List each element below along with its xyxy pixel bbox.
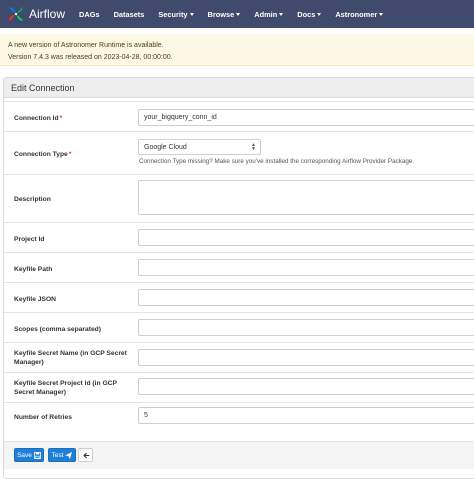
update-alert: A new version of Astronomer Runtime is a… (0, 34, 474, 66)
row-connection-type: Connection Type* Google Cloud ▲ ▼ Connect… (4, 131, 474, 174)
keyfile-secret-project-label: Keyfile Secret Project Id (in GCP Secret… (14, 379, 117, 397)
description-label: Description (14, 196, 51, 203)
keyfile-path-label: Keyfile Path (14, 266, 53, 273)
scopes-label: Scopes (comma separated) (14, 326, 101, 333)
nav-admin-label: Admin (254, 9, 278, 19)
caret-down-icon (236, 12, 241, 16)
row-scopes: Scopes (comma separated) (4, 312, 474, 342)
nav-astronomer-label: Astronomer (335, 9, 378, 19)
keyfile-secret-name-label-line2: Manager) (14, 359, 44, 366)
connection-id-label: Connection Id* (14, 114, 62, 123)
row-keyfile-json: Keyfile JSON (4, 282, 474, 312)
nav-admin-dropdown[interactable]: Admin (254, 9, 284, 19)
nav-docs-label: Docs (297, 9, 316, 19)
connection-type-label-text: Connection Type (14, 151, 68, 158)
keyfile-secret-project-label-line2: Secret Manager) (14, 389, 67, 396)
row-number-of-retries: Number of Retries 5 (4, 402, 474, 441)
connection-type-label: Connection Type* (14, 150, 71, 159)
nav-browse-label: Browse (207, 9, 235, 19)
brand-link[interactable]: Airflow (7, 5, 65, 23)
brand-name: Airflow (29, 7, 66, 21)
connection-id-input[interactable]: your_bigquery_conn_id (138, 109, 474, 126)
airflow-logo-icon (8, 6, 24, 22)
keyfile-secret-name-input[interactable] (138, 349, 474, 366)
nav-security-dropdown[interactable]: Security (158, 9, 194, 19)
row-keyfile-path: Keyfile Path (4, 252, 474, 282)
floppy-disk-icon (33, 451, 41, 459)
row-keyfile-secret-name: Keyfile Secret Name (in GCP Secret Manag… (4, 342, 474, 372)
number-of-retries-label: Number of Retries (14, 414, 72, 421)
connection-type-value: Google Cloud (144, 143, 187, 151)
nav-dags-label: DAGs (79, 9, 100, 19)
nav-dags[interactable]: DAGs (79, 10, 100, 19)
keyfile-secret-name-label-line1: Keyfile Secret Name (in GCP Secret (14, 350, 127, 357)
required-marker: * (59, 115, 63, 122)
keyfile-secret-project-label-line1: Keyfile Secret Project Id (in GCP (14, 380, 117, 387)
alert-line-1: A new version of Astronomer Runtime is a… (8, 42, 164, 49)
nav-datasets[interactable]: Datasets (114, 10, 145, 19)
nav-browse-dropdown[interactable]: Browse (208, 10, 241, 19)
description-textarea[interactable] (138, 180, 474, 215)
nav-docs-dropdown[interactable]: Docs (297, 9, 322, 19)
caret-down-icon (279, 12, 284, 16)
paper-plane-icon (65, 451, 73, 459)
form-actions: Save Test (4, 441, 474, 469)
arrow-left-icon (83, 452, 90, 458)
required-marker: * (68, 151, 72, 158)
connection-id-label-text: Connection Id (14, 115, 59, 122)
test-button[interactable]: Test (48, 448, 76, 462)
row-keyfile-secret-project: Keyfile Secret Project Id (in GCP Secret… (4, 372, 474, 402)
nav-astronomer-dropdown[interactable]: Astronomer (335, 9, 384, 19)
keyfile-json-label: Keyfile JSON (14, 296, 56, 303)
select-arrows-icon: ▲ ▼ (251, 142, 256, 152)
number-of-retries-input[interactable]: 5 (138, 407, 474, 424)
nav-datasets-label: Datasets (113, 9, 145, 19)
nav-security-label: Security (158, 9, 188, 19)
test-button-label: Test (51, 451, 64, 459)
row-project-id: Project Id (4, 222, 474, 252)
row-connection-id: Connection Id* your_bigquery_conn_id (4, 101, 474, 131)
keyfile-json-input[interactable] (138, 289, 474, 306)
caret-down-icon (379, 12, 384, 16)
caret-down-icon (317, 12, 322, 16)
connection-type-select[interactable]: Google Cloud ▲ ▼ (138, 139, 261, 155)
caret-down-icon (189, 12, 194, 16)
keyfile-secret-name-label: Keyfile Secret Name (in GCP Secret Manag… (14, 349, 127, 367)
row-description: Description (4, 174, 474, 222)
keyfile-path-input[interactable] (138, 259, 474, 276)
connection-type-help: Connection Type missing? Make sure you'v… (139, 158, 415, 165)
panel-title: Edit Connection (4, 78, 474, 98)
save-button-label: Save (17, 451, 32, 459)
keyfile-secret-project-input[interactable] (138, 378, 474, 395)
project-id-label: Project Id (14, 236, 45, 243)
save-button[interactable]: Save (14, 448, 44, 462)
back-button[interactable] (78, 448, 93, 462)
project-id-input[interactable] (138, 229, 474, 246)
top-navbar: Airflow DAGs Datasets Security Browse Ad… (0, 0, 474, 28)
alert-line-2: Version 7.4.3 was released on 2023-04-28… (8, 54, 173, 61)
scopes-input[interactable] (138, 319, 474, 336)
